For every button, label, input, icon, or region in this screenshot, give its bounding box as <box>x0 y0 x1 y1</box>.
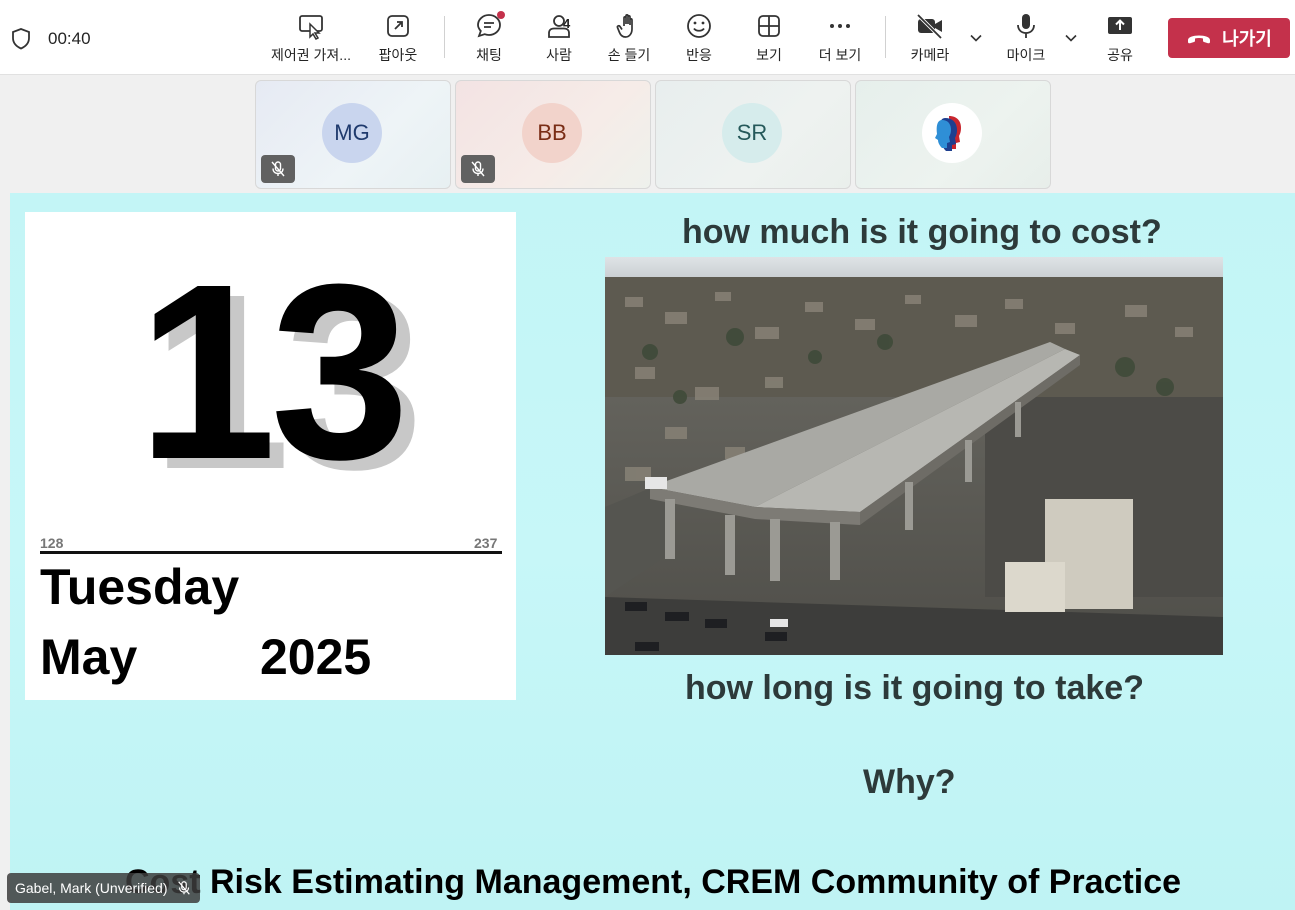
muted-indicator <box>461 155 495 183</box>
presenter-name-tag: Gabel, Mark (Unverified) <box>7 873 200 903</box>
leave-label: 나가기 <box>1222 29 1272 49</box>
microphone-icon <box>1017 14 1035 38</box>
share-label: 공유 <box>1107 47 1133 63</box>
chat-label: 채팅 <box>476 47 502 63</box>
camera-options-chevron-icon[interactable] <box>968 30 984 46</box>
highway-construction-photo <box>605 257 1223 655</box>
shield-icon[interactable] <box>10 27 32 51</box>
day-of-year: 128 <box>40 535 64 551</box>
share-screen-icon <box>1108 17 1132 34</box>
more-button[interactable]: 더 보기 <box>814 10 866 68</box>
hand-icon <box>616 14 633 38</box>
camera-button[interactable]: 카메라 <box>906 10 954 68</box>
mic-off-icon <box>471 161 485 177</box>
slide-question-cost: how much is it going to cost? <box>682 213 1162 251</box>
mic-button[interactable]: 마이크 <box>1002 10 1050 68</box>
mic-label: 마이크 <box>1006 47 1046 63</box>
popout-label: 팝아웃 <box>378 47 418 63</box>
people-count: 4 <box>563 16 571 31</box>
share-button[interactable]: 공유 <box>1098 10 1142 68</box>
avatar: BB <box>522 103 582 163</box>
smiley-icon <box>687 14 711 38</box>
popout-icon <box>387 15 409 37</box>
chat-button[interactable]: 채팅 <box>466 10 512 68</box>
mic-off-icon <box>271 161 285 177</box>
slide-title: Cost Risk Estimating Management, CREM Co… <box>125 863 1182 901</box>
take-control-icon <box>299 15 323 40</box>
avatar: SR <box>722 103 782 163</box>
phone-hangup-icon <box>1188 35 1211 44</box>
react-button[interactable]: 반응 <box>676 10 722 68</box>
view-label: 보기 <box>756 47 782 63</box>
toolbar-separator <box>885 16 886 58</box>
people-button[interactable]: 4 사람 <box>536 10 582 68</box>
more-label: 더 보기 <box>818 47 862 63</box>
meeting-timer: 00:40 <box>48 29 91 48</box>
calendar-page: 13 13 128 237 Tuesday May 2025 <box>25 212 516 700</box>
avatar <box>922 103 982 163</box>
more-dots-icon <box>830 24 850 28</box>
mic-off-icon <box>177 881 190 895</box>
raise-hand-button[interactable]: 손 들기 <box>604 10 654 68</box>
slide-question-why: Why? <box>863 763 956 801</box>
calendar-year: 2025 <box>260 629 372 685</box>
take-control-label: 제어권 가져... <box>271 47 351 63</box>
participant-tile-mg[interactable]: MG <box>255 80 451 189</box>
camera-off-icon <box>916 13 943 40</box>
highway-photo-image <box>605 257 1223 655</box>
presenter-name: Gabel, Mark (Unverified) <box>15 880 168 896</box>
camera-label: 카메라 <box>910 47 950 63</box>
leave-button[interactable]: 나가기 <box>1168 18 1290 58</box>
calendar-divider <box>40 551 502 554</box>
days-remaining: 237 <box>474 535 498 551</box>
calendar-weekday: Tuesday <box>40 559 240 615</box>
calendar-month: May <box>40 629 138 685</box>
avatar: MG <box>322 103 382 163</box>
raise-hand-label: 손 들기 <box>607 47 651 63</box>
popout-button[interactable]: 팝아웃 <box>374 10 422 68</box>
shared-screen-stage: 13 13 128 237 Tuesday May 2025 how much … <box>10 193 1295 910</box>
grid-view-icon <box>758 15 780 37</box>
mic-options-chevron-icon[interactable] <box>1063 30 1079 46</box>
calendar-day-number: 13 <box>137 232 409 511</box>
participant-tile-sr[interactable]: SR <box>655 80 851 189</box>
profile-heads-logo-icon <box>935 116 961 151</box>
take-control-button[interactable]: 제어권 가져... <box>268 10 354 68</box>
toolbar-separator <box>444 16 445 58</box>
slide-question-time: how long is it going to take? <box>685 669 1144 707</box>
react-label: 반응 <box>686 47 712 63</box>
view-button[interactable]: 보기 <box>746 10 792 68</box>
participant-tile-logo[interactable] <box>855 80 1051 189</box>
muted-indicator <box>261 155 295 183</box>
people-label: 사람 <box>546 47 572 63</box>
participant-tile-bb[interactable]: BB <box>455 80 651 189</box>
meeting-toolbar: 00:40 제어권 가져... 팝아웃 채팅 4 사람 손 들기 반응 보기 더… <box>0 0 1295 75</box>
chat-notification-dot <box>497 11 505 19</box>
